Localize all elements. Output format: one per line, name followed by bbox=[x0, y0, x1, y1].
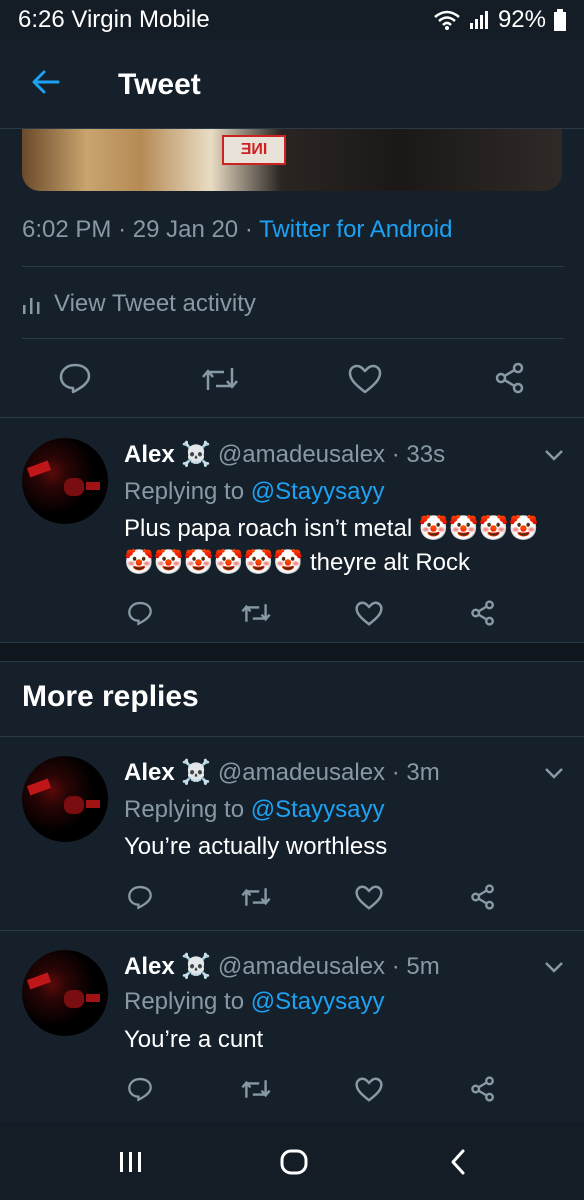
media-sign-graphic: ƎИI bbox=[222, 135, 286, 165]
chevron-down-icon[interactable] bbox=[543, 960, 565, 974]
display-name[interactable]: Alex ☠️ bbox=[124, 953, 211, 980]
tweet-text: Plus papa roach isn’t metal 🤡🤡🤡🤡🤡🤡🤡🤡🤡🤡 t… bbox=[124, 515, 539, 576]
tweet-header: Alex ☠️ @amadeusalex · 33s bbox=[124, 441, 446, 468]
replying-to-handle[interactable]: @Stayysayy bbox=[251, 796, 385, 823]
user-handle[interactable]: @amadeusalex bbox=[218, 759, 385, 786]
status-time-carrier: 6:26 Virgin Mobile bbox=[18, 6, 210, 33]
analytics-icon bbox=[23, 298, 40, 314]
tweet-time: 6:02 PM bbox=[22, 216, 112, 243]
recent-apps-icon[interactable] bbox=[118, 1150, 144, 1174]
divider bbox=[22, 338, 564, 339]
wifi-icon bbox=[434, 10, 460, 30]
share-icon[interactable] bbox=[470, 884, 496, 910]
reply-icon[interactable] bbox=[127, 600, 153, 626]
divider bbox=[0, 736, 584, 737]
divider bbox=[0, 417, 584, 418]
tweet-date: 29 Jan 20 bbox=[132, 216, 239, 243]
page-title: Tweet bbox=[118, 68, 201, 101]
system-navigation-bar bbox=[0, 1122, 584, 1200]
tweet-media-image[interactable]: ƎИI bbox=[22, 129, 562, 191]
reply-icon[interactable] bbox=[58, 362, 92, 394]
share-icon[interactable] bbox=[494, 362, 526, 394]
view-tweet-activity-label: View Tweet activity bbox=[54, 290, 256, 317]
back-arrow-icon[interactable] bbox=[30, 66, 62, 98]
signal-icon bbox=[469, 11, 488, 29]
divider bbox=[0, 930, 584, 931]
share-icon[interactable] bbox=[470, 1076, 496, 1102]
display-name[interactable]: Alex ☠️ bbox=[124, 759, 211, 786]
more-replies-heading: More replies bbox=[22, 680, 199, 713]
replying-to-handle[interactable]: @Stayysayy bbox=[251, 988, 385, 1015]
chevron-down-icon[interactable] bbox=[543, 766, 565, 780]
battery-icon bbox=[554, 9, 566, 31]
tweet-age: 3m bbox=[406, 759, 440, 786]
replying-to-line: Replying to @Stayysayy bbox=[124, 796, 385, 823]
user-handle[interactable]: @amadeusalex bbox=[218, 953, 385, 980]
share-icon[interactable] bbox=[470, 600, 496, 626]
tweet-header: Alex ☠️ @amadeusalex · 5m bbox=[124, 953, 440, 980]
like-heart-icon[interactable] bbox=[348, 364, 382, 394]
status-bar: 6:26 Virgin Mobile 92% bbox=[0, 0, 584, 40]
like-heart-icon[interactable] bbox=[355, 885, 383, 910]
tweet-age: 33s bbox=[406, 441, 446, 468]
reply-icon[interactable] bbox=[127, 884, 153, 910]
user-handle[interactable]: @amadeusalex bbox=[218, 441, 385, 468]
replying-to-line: Replying to @Stayysayy bbox=[124, 478, 385, 505]
like-heart-icon[interactable] bbox=[355, 601, 383, 626]
section-separator bbox=[0, 642, 584, 662]
tweet-age: 5m bbox=[406, 953, 440, 980]
reply-icon[interactable] bbox=[127, 1076, 153, 1102]
home-icon[interactable] bbox=[280, 1148, 308, 1176]
tweet-text: You’re actually worthless bbox=[124, 833, 388, 860]
avatar[interactable] bbox=[22, 438, 108, 524]
retweet-icon[interactable] bbox=[240, 885, 272, 909]
display-name[interactable]: Alex ☠️ bbox=[124, 441, 211, 468]
top-app-bar: Tweet bbox=[0, 40, 584, 129]
battery-percent: 92% bbox=[497, 6, 546, 33]
tweet-source-link[interactable]: Twitter for Android bbox=[259, 216, 452, 243]
replying-to-handle[interactable]: @Stayysayy bbox=[251, 478, 385, 505]
view-tweet-activity[interactable]: View Tweet activity bbox=[22, 290, 256, 318]
chevron-down-icon[interactable] bbox=[543, 448, 565, 462]
like-heart-icon[interactable] bbox=[355, 1077, 383, 1102]
retweet-icon[interactable] bbox=[240, 601, 272, 625]
divider bbox=[22, 266, 564, 267]
retweet-icon[interactable] bbox=[200, 364, 240, 394]
tweet-timestamp-line: 6:02 PM · 29 Jan 20 · Twitter for Androi… bbox=[22, 216, 453, 243]
avatar[interactable] bbox=[22, 950, 108, 1036]
avatar[interactable] bbox=[22, 756, 108, 842]
tweet-text: You’re a cunt bbox=[124, 1026, 264, 1053]
replying-to-line: Replying to @Stayysayy bbox=[124, 988, 385, 1015]
tweet-header: Alex ☠️ @amadeusalex · 3m bbox=[124, 759, 440, 786]
back-icon[interactable] bbox=[448, 1148, 468, 1176]
retweet-icon[interactable] bbox=[240, 1077, 272, 1101]
